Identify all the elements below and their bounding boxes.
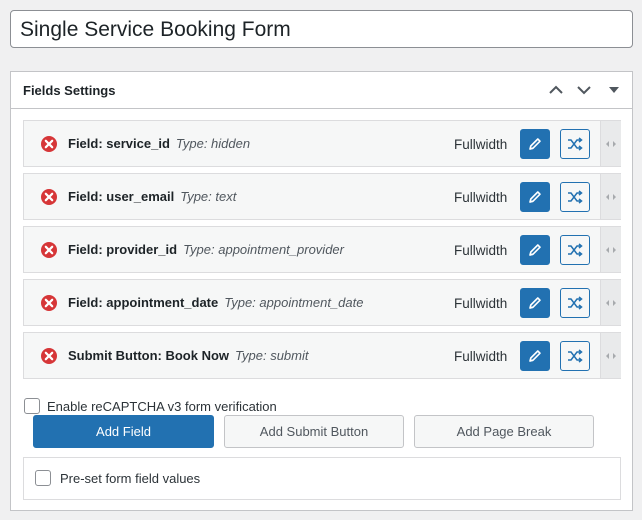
add-page-break-button[interactable]: Add Page Break — [414, 415, 594, 448]
field-label: Field: service_id — [68, 136, 170, 151]
change-type-button[interactable] — [560, 182, 590, 212]
pencil-icon — [529, 244, 541, 256]
chevron-down-icon — [577, 86, 591, 95]
add-submit-button[interactable]: Add Submit Button — [224, 415, 404, 448]
change-type-button[interactable] — [560, 235, 590, 265]
change-type-button[interactable] — [560, 288, 590, 318]
field-description: Field: provider_id Type: appointment_prov… — [68, 242, 344, 257]
resize-arrows-icon — [606, 193, 616, 200]
field-type: Type: submit — [235, 348, 309, 363]
field-description: Field: user_email Type: text — [68, 189, 236, 204]
shuffle-icon — [568, 349, 583, 363]
field-description: Field: service_id Type: hidden — [68, 136, 250, 151]
edit-field-button[interactable] — [520, 288, 550, 318]
triangle-down-icon — [609, 87, 619, 93]
field-width-label: Fullwidth — [454, 296, 508, 311]
field-width-label: Fullwidth — [454, 243, 508, 258]
recaptcha-checkbox[interactable] — [24, 398, 40, 414]
field-width-label: Fullwidth — [454, 137, 508, 152]
field-row: Field: service_id Type: hidden Fullwidth — [23, 120, 621, 167]
field-description: Submit Button: Book Now Type: submit — [68, 348, 308, 363]
preset-values-label: Pre-set form field values — [60, 471, 201, 486]
recaptcha-label: Enable reCAPTCHA v3 form verification — [47, 399, 277, 414]
panel-header: Fields Settings — [11, 72, 632, 109]
edit-field-button[interactable] — [520, 129, 550, 159]
shuffle-icon — [568, 190, 583, 204]
pencil-icon — [529, 297, 541, 309]
change-type-button[interactable] — [560, 341, 590, 371]
field-width-label: Fullwidth — [454, 190, 508, 205]
preset-values-section: Pre-set form field values — [23, 457, 621, 500]
resize-handle[interactable] — [600, 174, 621, 219]
resize-handle[interactable] — [600, 333, 621, 378]
fields-settings-panel: Fields Settings Field: service_id Type: h… — [10, 71, 633, 511]
chevron-up-icon — [549, 85, 563, 94]
pencil-icon — [529, 191, 541, 203]
resize-handle[interactable] — [600, 280, 621, 325]
remove-field-icon[interactable] — [40, 347, 58, 365]
remove-field-icon[interactable] — [40, 188, 58, 206]
resize-arrows-icon — [606, 352, 616, 359]
edit-field-button[interactable] — [520, 235, 550, 265]
field-type: Type: text — [180, 189, 237, 204]
form-title-input[interactable]: Single Service Booking Form — [10, 10, 633, 48]
toggle-panel-button[interactable] — [601, 77, 627, 103]
move-up-button[interactable] — [543, 77, 569, 103]
field-label: Field: provider_id — [68, 242, 178, 257]
remove-field-icon[interactable] — [40, 241, 58, 259]
field-row: Field: appointment_date Type: appointment… — [23, 279, 621, 326]
preset-values-checkbox[interactable] — [35, 470, 51, 486]
resize-handle[interactable] — [600, 121, 621, 166]
resize-arrows-icon — [606, 299, 616, 306]
field-description: Field: appointment_date Type: appointment… — [68, 295, 363, 310]
field-row: Field: provider_id Type: appointment_prov… — [23, 226, 621, 273]
field-label: Field: appointment_date — [68, 295, 219, 310]
resize-arrows-icon — [606, 246, 616, 253]
field-label: Field: user_email — [68, 189, 175, 204]
field-row: Field: user_email Type: text Fullwidth — [23, 173, 621, 220]
submit-button-row: Submit Button: Book Now Type: submit Full… — [23, 332, 621, 379]
field-width-label: Fullwidth — [454, 349, 508, 364]
add-field-button[interactable]: Add Field — [33, 415, 214, 448]
panel-title: Fields Settings — [23, 83, 116, 98]
remove-field-icon[interactable] — [40, 135, 58, 153]
edit-field-button[interactable] — [520, 341, 550, 371]
shuffle-icon — [568, 137, 583, 151]
resize-arrows-icon — [606, 140, 616, 147]
move-down-button[interactable] — [571, 77, 597, 103]
shuffle-icon — [568, 243, 583, 257]
edit-field-button[interactable] — [520, 182, 550, 212]
pencil-icon — [529, 350, 541, 362]
remove-field-icon[interactable] — [40, 294, 58, 312]
field-type: Type: appointment_provider — [183, 242, 344, 257]
shuffle-icon — [568, 296, 583, 310]
field-type: Type: hidden — [175, 136, 251, 151]
resize-handle[interactable] — [600, 227, 621, 272]
field-label: Submit Button: Book Now — [68, 348, 230, 363]
field-type: Type: appointment_date — [224, 295, 364, 310]
change-type-button[interactable] — [560, 129, 590, 159]
pencil-icon — [529, 138, 541, 150]
